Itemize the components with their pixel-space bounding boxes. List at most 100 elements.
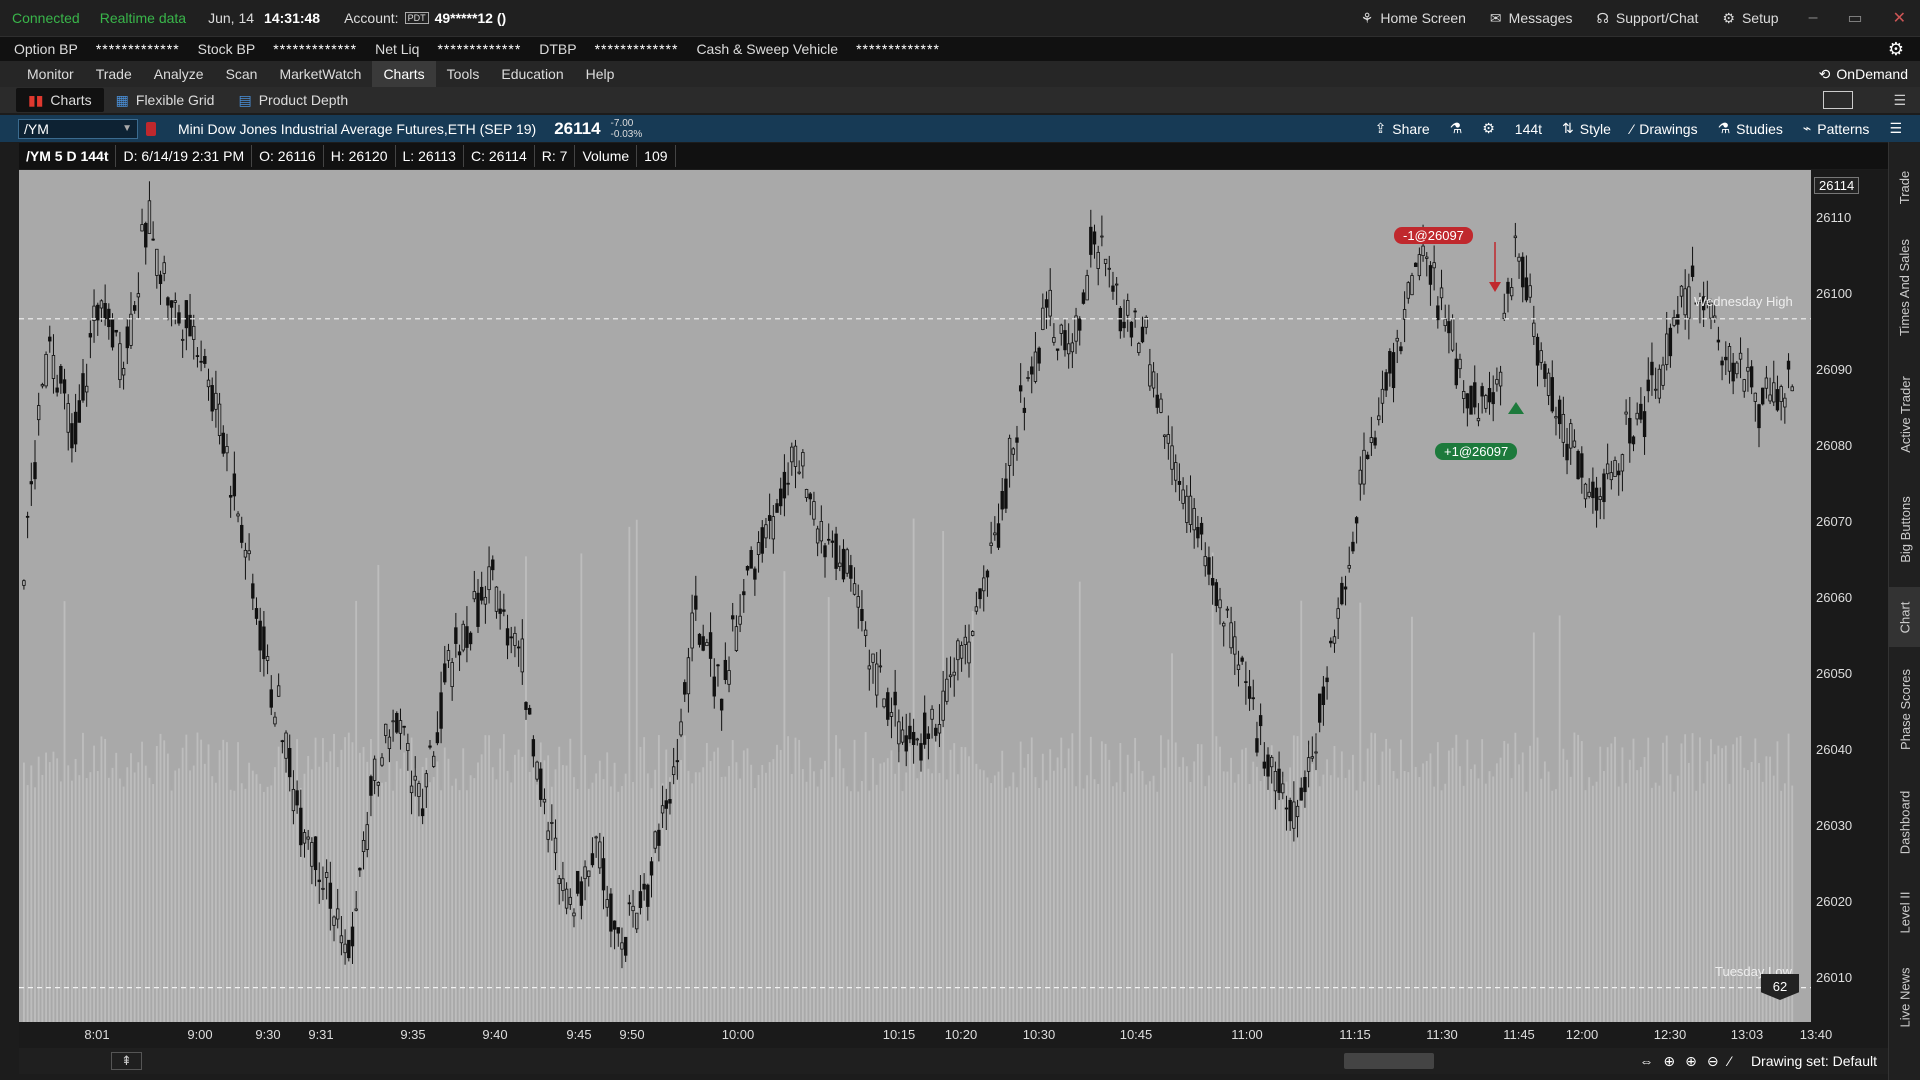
account-selector[interactable]: 49*****12 () bbox=[435, 10, 507, 26]
volume-bar bbox=[469, 775, 472, 1022]
patterns-button[interactable]: ⌁ Patterns bbox=[1803, 120, 1870, 137]
studies-button[interactable]: ⚗ Studies bbox=[1718, 120, 1783, 137]
price-chart[interactable]: -1@26097 +1@26097 Wednesday High Tuesday… bbox=[19, 170, 1811, 1022]
zoom-out-icon[interactable]: ⊖ bbox=[1707, 1053, 1719, 1070]
trade-label-buy[interactable]: +1@26097 bbox=[1435, 443, 1518, 460]
side-tab-live-news[interactable]: Live News bbox=[1889, 952, 1920, 1042]
volume-bar bbox=[1263, 774, 1266, 1022]
candle-body bbox=[1498, 371, 1503, 387]
symbol-input[interactable]: /YM ▼ bbox=[18, 118, 138, 139]
volume-bar bbox=[1625, 783, 1628, 1022]
side-tab-trade[interactable]: Trade bbox=[1889, 157, 1920, 217]
home-screen-button[interactable]: ⚘ Home Screen bbox=[1361, 10, 1466, 27]
tab-monitor[interactable]: Monitor bbox=[16, 61, 85, 87]
collapse-icon[interactable]: ⇞ bbox=[111, 1052, 142, 1070]
close-icon[interactable]: ✕ bbox=[1893, 8, 1906, 28]
time-axis[interactable]: 8:01 9:00 9:30 9:31 9:35 9:40 9:45 9:50 … bbox=[19, 1022, 1889, 1048]
setup-button[interactable]: ⚙ Setup bbox=[1722, 10, 1778, 27]
subtab-flexible-grid[interactable]: ▦ Flexible Grid bbox=[104, 88, 227, 112]
candle-body bbox=[542, 798, 547, 803]
candle-body bbox=[1388, 351, 1392, 374]
y-tick: 26060 bbox=[1816, 590, 1853, 605]
chevron-down-icon[interactable]: ▼ bbox=[122, 123, 132, 134]
tab-help[interactable]: Help bbox=[575, 61, 626, 87]
menu-icon[interactable]: ☰ bbox=[1893, 92, 1906, 109]
volume-bar bbox=[746, 748, 749, 1022]
candle-body bbox=[1270, 756, 1274, 768]
tab-tools[interactable]: Tools bbox=[436, 61, 491, 87]
volume-bar bbox=[406, 747, 409, 1022]
share-button[interactable]: ⇪ Share bbox=[1375, 120, 1430, 137]
horizontal-scrollbar[interactable] bbox=[1344, 1053, 1434, 1069]
candle-body bbox=[1450, 318, 1455, 351]
side-tab-active-trader[interactable]: Active Trader bbox=[1889, 357, 1920, 472]
volume-bar bbox=[1086, 775, 1089, 1022]
draw-line-icon[interactable]: ⁄ bbox=[1729, 1053, 1731, 1069]
candle-body bbox=[1340, 582, 1344, 605]
aggregation-selector[interactable]: 144t bbox=[1515, 121, 1542, 137]
style-button[interactable]: ⇅ Style bbox=[1562, 120, 1611, 137]
candle-body bbox=[657, 829, 661, 846]
subtab-charts[interactable]: ▮▮ Charts bbox=[16, 88, 104, 112]
volume-bar bbox=[1226, 771, 1229, 1022]
ondemand-button[interactable]: ⟲ OnDemand bbox=[1819, 66, 1908, 83]
side-tab-big-buttons[interactable]: Big Buttons bbox=[1889, 477, 1920, 582]
maximize-icon[interactable]: ▭ bbox=[1847, 8, 1862, 28]
messages-button[interactable]: ✉ Messages bbox=[1490, 10, 1573, 27]
tab-marketwatch[interactable]: MarketWatch bbox=[268, 61, 372, 87]
price-axis[interactable]: 26114 26110 26100 26090 26080 26070 2606… bbox=[1811, 170, 1888, 1022]
minimize-icon[interactable]: – bbox=[1809, 9, 1818, 27]
pan-icon[interactable]: ⇔ bbox=[1639, 1053, 1653, 1069]
chart-settings-icon[interactable]: ⚙ bbox=[1482, 120, 1495, 137]
candle-body bbox=[694, 595, 698, 610]
volume-bar bbox=[1610, 743, 1613, 1022]
tab-trade[interactable]: Trade bbox=[85, 61, 143, 87]
side-tab-chart[interactable]: Chart bbox=[1889, 587, 1920, 647]
support-chat-button[interactable]: ☊ Support/Chat bbox=[1596, 10, 1698, 27]
volume-bar bbox=[1034, 777, 1037, 1022]
side-tab-times-and-sales[interactable]: Times And Sales bbox=[1889, 222, 1920, 352]
subtab-product-depth[interactable]: ▤ Product Depth bbox=[226, 88, 360, 112]
volume-bar bbox=[502, 734, 505, 1022]
volume-bar bbox=[1145, 784, 1148, 1022]
net-liq-label[interactable]: Net Liq bbox=[375, 41, 419, 57]
tab-education[interactable]: Education bbox=[490, 61, 574, 87]
tab-analyze[interactable]: Analyze bbox=[143, 61, 215, 87]
crosshair-icon[interactable]: ⊕ bbox=[1663, 1053, 1675, 1070]
side-tab-dashboard[interactable]: Dashboard bbox=[1889, 772, 1920, 872]
current-price-marker: 26114 bbox=[1814, 177, 1860, 194]
symbol-color-icon[interactable] bbox=[146, 121, 156, 136]
settings-gear-icon[interactable]: ⚙ bbox=[1888, 39, 1904, 60]
option-bp-label[interactable]: Option BP bbox=[14, 41, 78, 57]
candle-body bbox=[22, 580, 26, 586]
symbar-menu-icon[interactable]: ☰ bbox=[1889, 120, 1902, 137]
volume-bar bbox=[842, 768, 845, 1022]
candle-body bbox=[527, 707, 532, 715]
candle-body bbox=[1351, 541, 1355, 552]
volume-bar bbox=[1104, 743, 1107, 1022]
zoom-in-icon[interactable]: ⊕ bbox=[1685, 1053, 1697, 1070]
drawings-button[interactable]: ⁄ Drawings bbox=[1631, 121, 1698, 137]
volume-bar bbox=[1333, 745, 1336, 1022]
layout-icon[interactable] bbox=[1823, 91, 1854, 109]
volume-bar bbox=[141, 741, 143, 1022]
chart-canvas[interactable] bbox=[19, 170, 1811, 1022]
volume-bar bbox=[59, 781, 62, 1022]
volume-bar bbox=[1244, 747, 1247, 1022]
candle-body bbox=[897, 721, 901, 745]
volume-bar bbox=[222, 739, 225, 1022]
candle-body bbox=[1443, 319, 1447, 326]
volume-bar bbox=[1595, 781, 1598, 1022]
side-tab-level-ii[interactable]: Level II bbox=[1889, 877, 1920, 947]
flask-icon[interactable]: ⚗ bbox=[1450, 120, 1463, 137]
tab-charts[interactable]: Charts bbox=[372, 61, 436, 87]
side-tab-phase-scores[interactable]: Phase Scores bbox=[1889, 652, 1920, 767]
drawing-set-label[interactable]: Drawing set: Default bbox=[1751, 1053, 1877, 1069]
candle-body bbox=[417, 783, 421, 797]
candle-body bbox=[36, 405, 41, 421]
candle-body bbox=[598, 841, 602, 869]
tab-scan[interactable]: Scan bbox=[215, 61, 269, 87]
candle-body bbox=[140, 224, 144, 232]
trade-label-sell[interactable]: -1@26097 bbox=[1394, 227, 1473, 244]
chart-bottom-bar: ⇞ ⇔ ⊕ ⊕ ⊖ ⁄ Drawing set: Default bbox=[19, 1048, 1889, 1074]
